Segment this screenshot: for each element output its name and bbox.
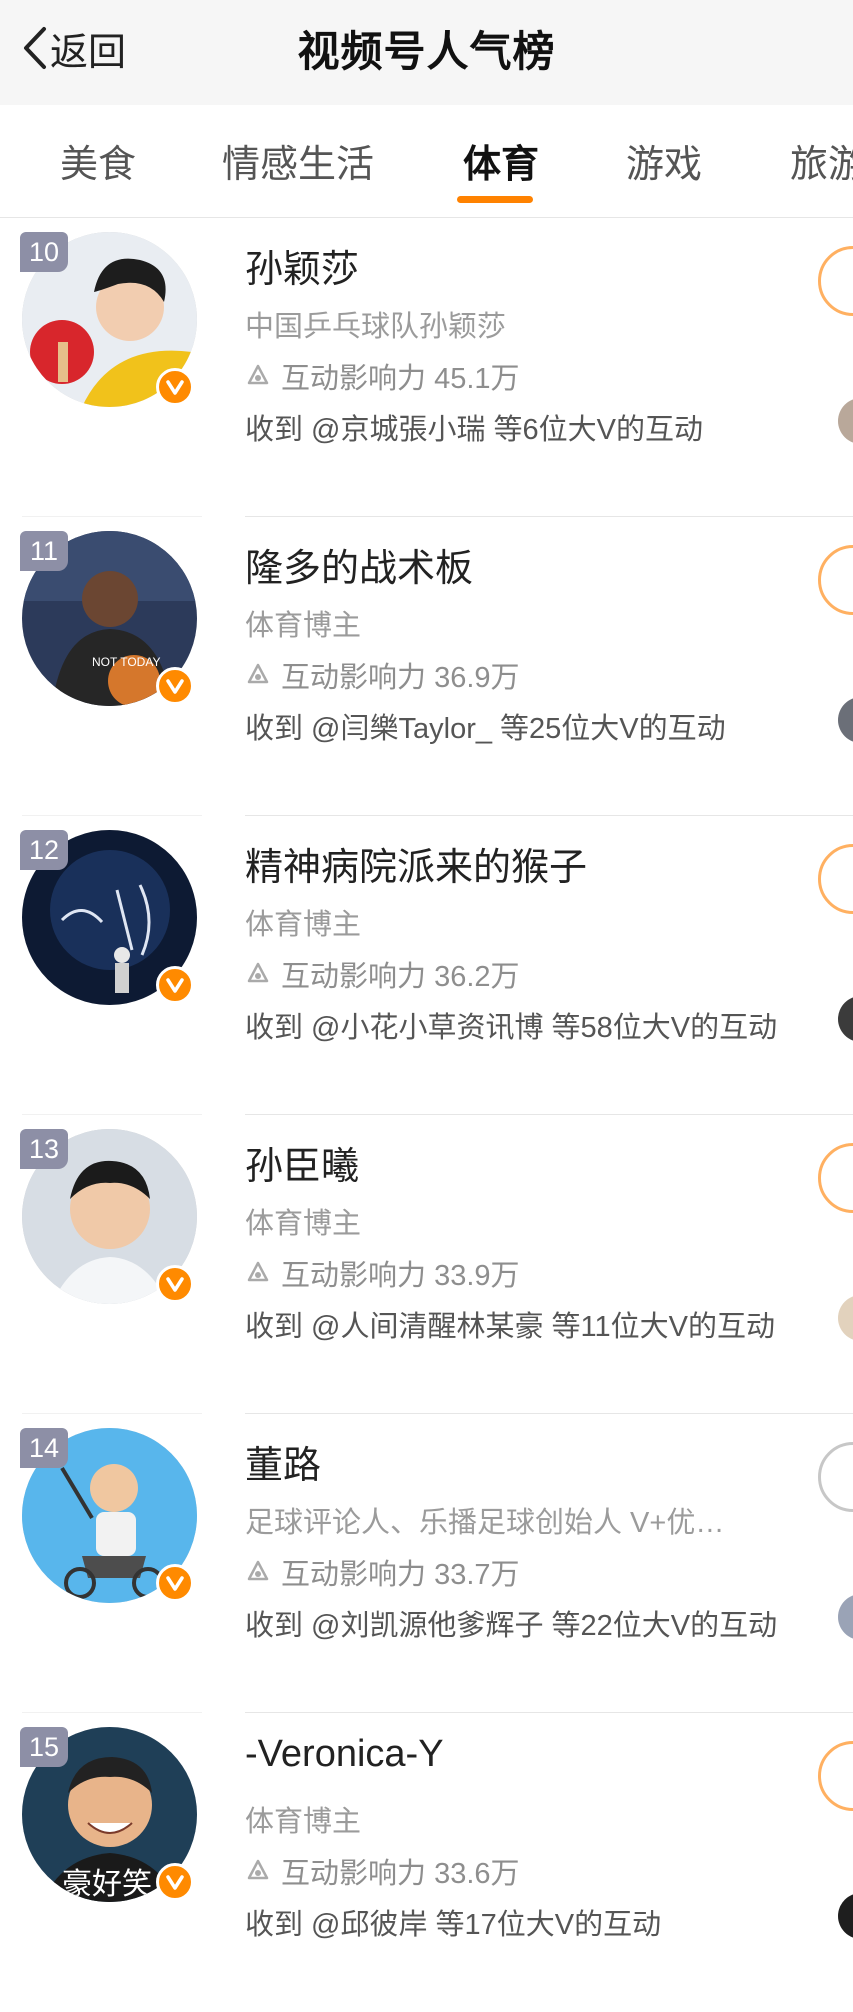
interactor-avatar[interactable] <box>838 697 853 743</box>
influence-value: 33.7万 <box>434 1559 520 1591</box>
user-name[interactable]: -Veronica-Y <box>245 1733 444 1776</box>
influence-label: 互动影响力 <box>281 662 427 694</box>
interactor-avatar[interactable] <box>838 1295 853 1341</box>
rank-badge: 13 <box>20 1129 68 1169</box>
interactor-avatar[interactable] <box>838 1893 853 1939</box>
influence-value: 33.6万 <box>434 1858 520 1890</box>
nav-bar: 返回 视频号人气榜 <box>0 0 853 105</box>
tab-games[interactable]: 游戏 <box>626 133 702 188</box>
active-tab-indicator <box>457 196 533 203</box>
rank-badge: 10 <box>20 232 68 272</box>
verified-icon <box>156 667 194 705</box>
list-item[interactable]: 豪好笑 15 -Veronica-Y 体育博主 互动影响力 33.6万 收到 @… <box>0 1713 853 2012</box>
user-description: 中国乒乓球队孙颖莎 <box>245 311 507 343</box>
page-title: 视频号人气榜 <box>297 28 556 75</box>
interaction-text: 收到 @小花小草资讯博 等58位大V的互动 <box>245 1012 778 1044</box>
rank-badge: 11 <box>20 531 68 571</box>
interaction-text: 收到 @京城張小瑞 等6位大V的互动 <box>245 414 704 446</box>
rank-badge: 14 <box>20 1428 68 1468</box>
influence-label: 互动影响力 <box>281 961 427 993</box>
verified-icon <box>156 1863 194 1901</box>
follow-button[interactable] <box>818 246 853 316</box>
tab-travel[interactable]: 旅游 <box>790 133 853 188</box>
follow-button[interactable] <box>818 545 853 615</box>
user-description: 足球评论人、乐播足球创始人 V+优… <box>245 1507 725 1539</box>
user-name[interactable]: 孙臣曦 <box>245 1135 359 1190</box>
influence-stat: 互动影响力 45.1万 <box>245 355 520 397</box>
influence-value: 36.9万 <box>434 662 520 694</box>
follow-button[interactable] <box>818 1442 853 1512</box>
user-name[interactable]: 董路 <box>245 1434 321 1489</box>
influence-stat: 互动影响力 33.7万 <box>245 1551 520 1593</box>
verified-icon <box>156 1564 194 1602</box>
verified-icon <box>156 368 194 406</box>
follow-button[interactable] <box>818 844 853 914</box>
influence-stat: 互动影响力 36.2万 <box>245 953 520 995</box>
influence-label: 互动影响力 <box>281 363 427 395</box>
list-item[interactable]: 13 孙臣曦 体育博主 互动影响力 33.9万 收到 @人间清醒林某豪 等11位… <box>0 1115 853 1414</box>
influence-value: 45.1万 <box>434 363 520 395</box>
list-item[interactable]: 10 孙颖莎 中国乒乓球队孙颖莎 互动影响力 45.1万 收到 @京城張小瑞 等… <box>0 218 853 517</box>
verified-icon <box>156 966 194 1004</box>
rank-badge: 15 <box>20 1727 68 1767</box>
user-description: 体育博主 <box>245 1806 362 1838</box>
user-description: 体育博主 <box>245 909 362 941</box>
interaction-text: 收到 @邱彼岸 等17位大V的互动 <box>245 1909 662 1941</box>
follow-button[interactable] <box>818 1741 853 1811</box>
influence-stat: 互动影响力 33.9万 <box>245 1252 520 1294</box>
influence-icon <box>245 360 281 393</box>
influence-stat: 互动影响力 36.9万 <box>245 654 520 696</box>
tab-emotional-life[interactable]: 情感生活 <box>222 133 374 188</box>
interaction-text: 收到 @闫樂Taylor_ 等25位大V的互动 <box>245 713 726 745</box>
user-description: 体育博主 <box>245 610 362 642</box>
verified-icon <box>156 1265 194 1303</box>
influence-value: 36.2万 <box>434 961 520 993</box>
influence-value: 33.9万 <box>434 1260 520 1292</box>
user-name[interactable]: 精神病院派来的猴子 <box>245 836 587 891</box>
influence-icon <box>245 1855 281 1888</box>
avatar-caption: 豪好笑 <box>62 1867 152 1902</box>
influence-icon <box>245 958 281 991</box>
svg-text:NOT TODAY: NOT TODAY <box>92 655 160 669</box>
user-name[interactable]: 隆多的战术板 <box>245 537 473 592</box>
user-description: 体育博主 <box>245 1208 362 1240</box>
influence-label: 互动影响力 <box>281 1260 427 1292</box>
interactor-avatar[interactable] <box>838 1594 853 1640</box>
influence-label: 互动影响力 <box>281 1559 427 1591</box>
interaction-text: 收到 @刘凯源他爹辉子 等22位大V的互动 <box>245 1610 778 1642</box>
list-item[interactable]: 14 董路 足球评论人、乐播足球创始人 V+优… 互动影响力 33.7万 收到 … <box>0 1414 853 1713</box>
ranking-list: 10 孙颖莎 中国乒乓球队孙颖莎 互动影响力 45.1万 收到 @京城張小瑞 等… <box>0 218 853 2012</box>
influence-icon <box>245 1556 281 1589</box>
influence-stat: 互动影响力 33.6万 <box>245 1850 520 1892</box>
influence-icon <box>245 1257 281 1290</box>
interaction-text: 收到 @人间清醒林某豪 等11位大V的互动 <box>245 1311 776 1343</box>
category-tabs: 美食 情感生活 体育 游戏 旅游 <box>0 105 853 218</box>
list-item[interactable]: 12 精神病院派来的猴子 体育博主 互动影响力 36.2万 收到 @小花小草资讯… <box>0 816 853 1115</box>
list-item[interactable]: NOT TODAY 11 隆多的战术板 体育博主 互动影响力 36.9万 收到 … <box>0 517 853 816</box>
follow-button[interactable] <box>818 1143 853 1213</box>
tab-sports[interactable]: 体育 <box>463 133 539 188</box>
influence-icon <box>245 659 281 692</box>
interactor-avatar[interactable] <box>838 996 853 1042</box>
interactor-avatar[interactable] <box>838 398 853 444</box>
influence-label: 互动影响力 <box>281 1858 427 1890</box>
user-name[interactable]: 孙颖莎 <box>245 238 359 293</box>
tab-food[interactable]: 美食 <box>60 133 136 188</box>
rank-badge: 12 <box>20 830 68 870</box>
